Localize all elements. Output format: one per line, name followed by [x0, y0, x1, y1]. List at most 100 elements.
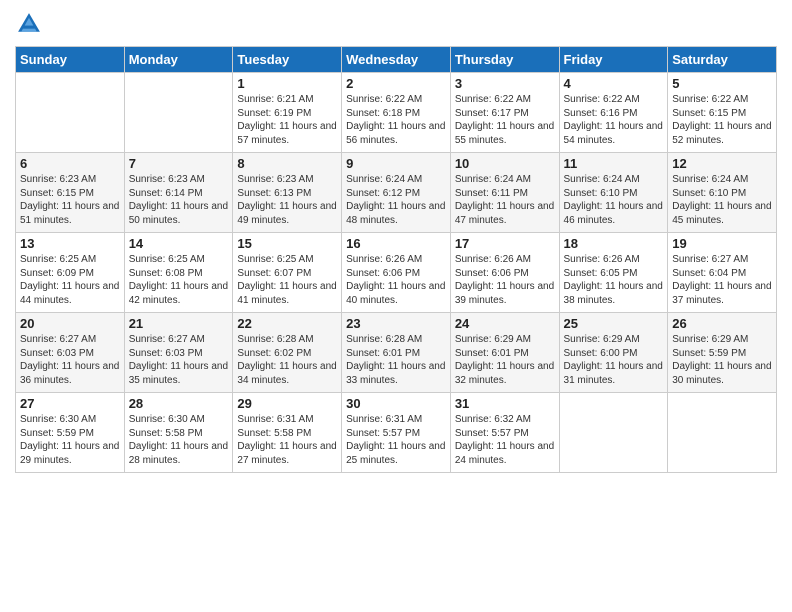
calendar-cell: 22 Sunrise: 6:28 AMSunset: 6:02 PMDayligh… [233, 313, 342, 393]
day-info: Sunrise: 6:24 AMSunset: 6:11 PMDaylight:… [455, 173, 555, 227]
day-number: 18 [564, 236, 664, 251]
day-info: Sunrise: 6:27 AMSunset: 6:03 PMDaylight:… [129, 333, 229, 387]
calendar-cell: 31 Sunrise: 6:32 AMSunset: 5:57 PMDayligh… [450, 393, 559, 473]
day-number: 9 [346, 156, 446, 171]
day-info: Sunrise: 6:24 AMSunset: 6:10 PMDaylight:… [672, 173, 772, 227]
day-info: Sunrise: 6:32 AMSunset: 5:57 PMDaylight:… [455, 413, 555, 467]
day-number: 8 [237, 156, 337, 171]
day-number: 31 [455, 396, 555, 411]
calendar-cell: 13Sunrise: 6:25 AMSunset: 6:09 PMDayligh… [16, 233, 125, 313]
day-info: Sunrise: 6:23 AMSunset: 6:15 PMDaylight:… [20, 173, 120, 227]
calendar-cell: 10 Sunrise: 6:24 AMSunset: 6:11 PMDayligh… [450, 153, 559, 233]
calendar-table: SundayMondayTuesdayWednesdayThursdayFrid… [15, 46, 777, 473]
day-number: 28 [129, 396, 229, 411]
day-number: 12 [672, 156, 772, 171]
day-info: Sunrise: 6:25 AMSunset: 6:07 PMDaylight:… [237, 253, 337, 307]
day-info: Sunrise: 6:31 AMSunset: 5:57 PMDaylight:… [346, 413, 446, 467]
day-number: 7 [129, 156, 229, 171]
calendar-cell: 28 Sunrise: 6:30 AMSunset: 5:58 PMDayligh… [124, 393, 233, 473]
day-info: Sunrise: 6:24 AMSunset: 6:12 PMDaylight:… [346, 173, 446, 227]
day-info: Sunrise: 6:26 AMSunset: 6:06 PMDaylight:… [346, 253, 446, 307]
week-row-4: 20Sunrise: 6:27 AMSunset: 6:03 PMDayligh… [16, 313, 777, 393]
calendar-cell: 3 Sunrise: 6:22 AMSunset: 6:17 PMDaylight… [450, 73, 559, 153]
day-info: Sunrise: 6:27 AMSunset: 6:03 PMDaylight:… [20, 333, 120, 387]
day-number: 23 [346, 316, 446, 331]
day-info: Sunrise: 6:21 AMSunset: 6:19 PMDaylight:… [237, 93, 337, 147]
day-number: 4 [564, 76, 664, 91]
day-info: Sunrise: 6:22 AMSunset: 6:17 PMDaylight:… [455, 93, 555, 147]
day-info: Sunrise: 6:30 AMSunset: 5:58 PMDaylight:… [129, 413, 229, 467]
day-info: Sunrise: 6:23 AMSunset: 6:14 PMDaylight:… [129, 173, 229, 227]
day-number: 11 [564, 156, 664, 171]
calendar-cell: 2 Sunrise: 6:22 AMSunset: 6:18 PMDaylight… [342, 73, 451, 153]
week-row-3: 13Sunrise: 6:25 AMSunset: 6:09 PMDayligh… [16, 233, 777, 313]
day-number: 24 [455, 316, 555, 331]
day-info: Sunrise: 6:28 AMSunset: 6:02 PMDaylight:… [237, 333, 337, 387]
day-info: Sunrise: 6:26 AMSunset: 6:05 PMDaylight:… [564, 253, 664, 307]
day-info: Sunrise: 6:25 AMSunset: 6:08 PMDaylight:… [129, 253, 229, 307]
day-number: 17 [455, 236, 555, 251]
calendar-cell: 7 Sunrise: 6:23 AMSunset: 6:14 PMDaylight… [124, 153, 233, 233]
day-number: 14 [129, 236, 229, 251]
calendar-cell [668, 393, 777, 473]
calendar-cell: 23 Sunrise: 6:28 AMSunset: 6:01 PMDayligh… [342, 313, 451, 393]
day-number: 22 [237, 316, 337, 331]
day-number: 27 [20, 396, 120, 411]
calendar-cell: 6Sunrise: 6:23 AMSunset: 6:15 PMDaylight… [16, 153, 125, 233]
day-number: 25 [564, 316, 664, 331]
day-info: Sunrise: 6:29 AMSunset: 6:00 PMDaylight:… [564, 333, 664, 387]
day-number: 19 [672, 236, 772, 251]
day-number: 3 [455, 76, 555, 91]
day-info: Sunrise: 6:31 AMSunset: 5:58 PMDaylight:… [237, 413, 337, 467]
logo-icon [15, 10, 43, 38]
calendar-cell: 16 Sunrise: 6:26 AMSunset: 6:06 PMDayligh… [342, 233, 451, 313]
weekday-header-saturday: Saturday [668, 47, 777, 73]
calendar-cell: 26Sunrise: 6:29 AMSunset: 5:59 PMDayligh… [668, 313, 777, 393]
calendar-cell [559, 393, 668, 473]
day-info: Sunrise: 6:22 AMSunset: 6:18 PMDaylight:… [346, 93, 446, 147]
calendar-cell: 21 Sunrise: 6:27 AMSunset: 6:03 PMDayligh… [124, 313, 233, 393]
weekday-header-row: SundayMondayTuesdayWednesdayThursdayFrid… [16, 47, 777, 73]
week-row-5: 27Sunrise: 6:30 AMSunset: 5:59 PMDayligh… [16, 393, 777, 473]
day-number: 5 [672, 76, 772, 91]
calendar-cell: 20Sunrise: 6:27 AMSunset: 6:03 PMDayligh… [16, 313, 125, 393]
weekday-header-friday: Friday [559, 47, 668, 73]
day-number: 16 [346, 236, 446, 251]
calendar-cell: 12 Sunrise: 6:24 AMSunset: 6:10 PMDayligh… [668, 153, 777, 233]
day-info: Sunrise: 6:26 AMSunset: 6:06 PMDaylight:… [455, 253, 555, 307]
logo [15, 10, 47, 38]
day-number: 15 [237, 236, 337, 251]
day-info: Sunrise: 6:22 AMSunset: 6:16 PMDaylight:… [564, 93, 664, 147]
calendar-cell [124, 73, 233, 153]
calendar-cell: 4 Sunrise: 6:22 AMSunset: 6:16 PMDaylight… [559, 73, 668, 153]
calendar-cell: 24Sunrise: 6:29 AMSunset: 6:01 PMDayligh… [450, 313, 559, 393]
calendar-cell: 19 Sunrise: 6:27 AMSunset: 6:04 PMDayligh… [668, 233, 777, 313]
calendar-cell: 5 Sunrise: 6:22 AMSunset: 6:15 PMDaylight… [668, 73, 777, 153]
day-info: Sunrise: 6:22 AMSunset: 6:15 PMDaylight:… [672, 93, 772, 147]
day-number: 2 [346, 76, 446, 91]
day-number: 1 [237, 76, 337, 91]
day-number: 29 [237, 396, 337, 411]
calendar-cell: 27Sunrise: 6:30 AMSunset: 5:59 PMDayligh… [16, 393, 125, 473]
weekday-header-sunday: Sunday [16, 47, 125, 73]
day-number: 26 [672, 316, 772, 331]
calendar-cell: 11 Sunrise: 6:24 AMSunset: 6:10 PMDayligh… [559, 153, 668, 233]
day-number: 10 [455, 156, 555, 171]
weekday-header-thursday: Thursday [450, 47, 559, 73]
calendar-cell: 18 Sunrise: 6:26 AMSunset: 6:05 PMDayligh… [559, 233, 668, 313]
week-row-1: 1 Sunrise: 6:21 AMSunset: 6:19 PMDaylight… [16, 73, 777, 153]
day-number: 21 [129, 316, 229, 331]
day-info: Sunrise: 6:28 AMSunset: 6:01 PMDaylight:… [346, 333, 446, 387]
day-number: 30 [346, 396, 446, 411]
week-row-2: 6Sunrise: 6:23 AMSunset: 6:15 PMDaylight… [16, 153, 777, 233]
calendar-cell: 15 Sunrise: 6:25 AMSunset: 6:07 PMDayligh… [233, 233, 342, 313]
weekday-header-monday: Monday [124, 47, 233, 73]
calendar-cell: 17 Sunrise: 6:26 AMSunset: 6:06 PMDayligh… [450, 233, 559, 313]
calendar-cell: 9 Sunrise: 6:24 AMSunset: 6:12 PMDaylight… [342, 153, 451, 233]
day-info: Sunrise: 6:27 AMSunset: 6:04 PMDaylight:… [672, 253, 772, 307]
weekday-header-tuesday: Tuesday [233, 47, 342, 73]
calendar-cell: 14 Sunrise: 6:25 AMSunset: 6:08 PMDayligh… [124, 233, 233, 313]
calendar-cell: 25 Sunrise: 6:29 AMSunset: 6:00 PMDayligh… [559, 313, 668, 393]
day-info: Sunrise: 6:23 AMSunset: 6:13 PMDaylight:… [237, 173, 337, 227]
day-info: Sunrise: 6:24 AMSunset: 6:10 PMDaylight:… [564, 173, 664, 227]
